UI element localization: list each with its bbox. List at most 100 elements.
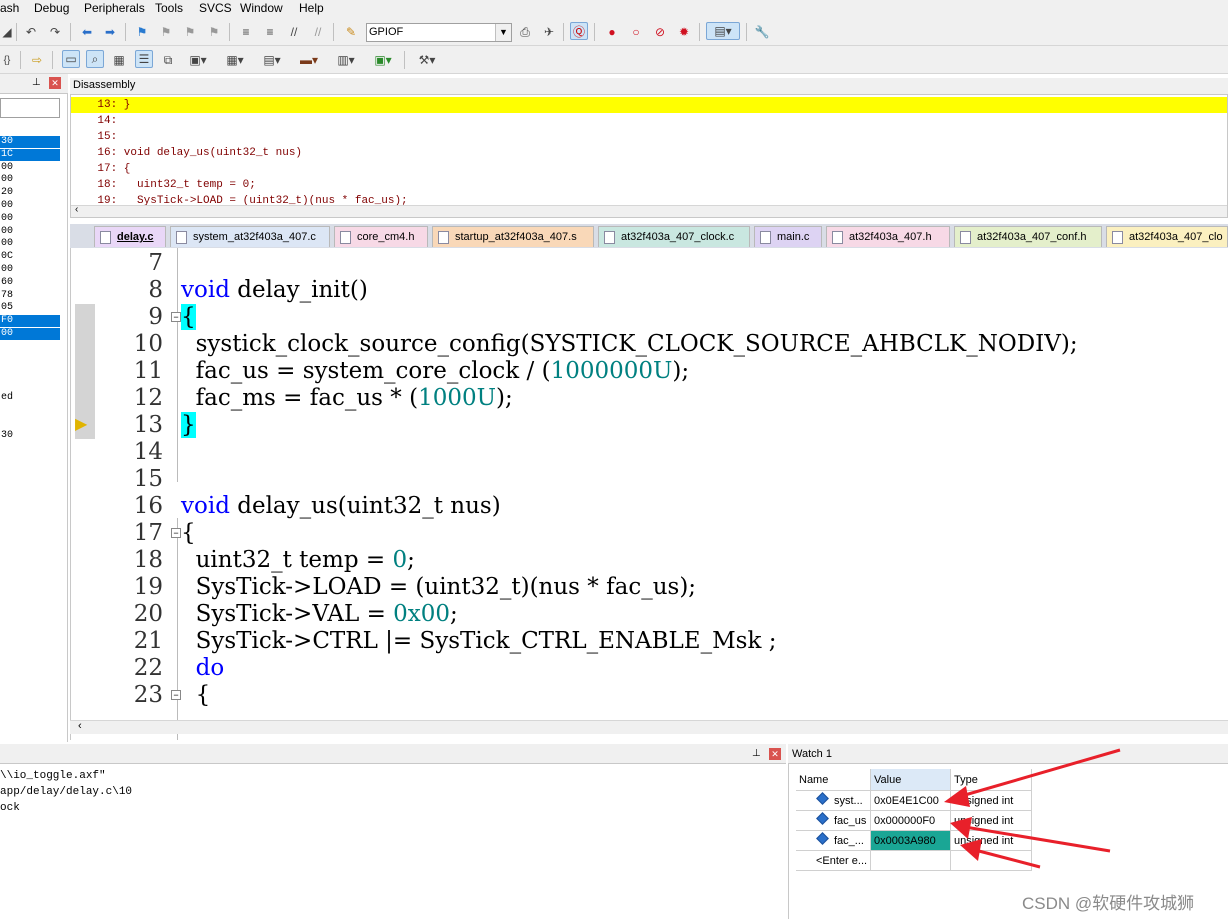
- register-filter-input[interactable]: [0, 98, 60, 118]
- breakpoint-enable-icon[interactable]: ○: [627, 23, 645, 41]
- analysis-window-dropdown[interactable]: ▬▾: [294, 51, 324, 69]
- disassembly-line[interactable]: 17: {: [71, 161, 1227, 177]
- register-row[interactable]: [0, 341, 60, 353]
- watch-cell-name[interactable]: <Enter e...: [796, 851, 871, 871]
- register-row[interactable]: 30: [0, 136, 60, 148]
- editor-tab[interactable]: delay.c: [94, 226, 166, 247]
- disassembly-line[interactable]: 16: void delay_us(uint32_t nus): [71, 145, 1227, 161]
- register-row[interactable]: [0, 405, 60, 417]
- register-row[interactable]: 00: [0, 226, 60, 238]
- code-line[interactable]: 22 do: [71, 655, 1225, 682]
- watch-cell-name[interactable]: fac_...: [796, 831, 871, 851]
- code-line[interactable]: 13}: [71, 412, 1225, 439]
- register-row[interactable]: 78: [0, 290, 60, 302]
- system-viewer-dropdown[interactable]: ▣▾: [368, 51, 398, 69]
- bookmark-prev-icon[interactable]: ⚑: [157, 23, 175, 41]
- menu-peripherals[interactable]: Peripherals: [84, 1, 145, 15]
- code-line[interactable]: 11 fac_us = system_core_clock / (1000000…: [71, 358, 1225, 385]
- watch-window-dropdown[interactable]: ▣▾: [183, 51, 213, 69]
- register-row[interactable]: 05: [0, 302, 60, 314]
- editor-tab[interactable]: startup_at32f403a_407.s: [432, 226, 594, 247]
- code-line[interactable]: 23 {: [71, 682, 1225, 709]
- editor-tab[interactable]: at32f403a_407_conf.h: [954, 226, 1102, 247]
- register-row[interactable]: 00: [0, 200, 60, 212]
- close-icon[interactable]: ✕: [49, 77, 61, 89]
- disassembly-window[interactable]: 13: } 14: 15: 16: void delay_us(uint32_t…: [70, 94, 1228, 218]
- register-row[interactable]: 30: [0, 430, 60, 442]
- serial-window-dropdown[interactable]: ▤▾: [257, 51, 287, 69]
- register-row[interactable]: 00: [0, 264, 60, 276]
- disassembly-line[interactable]: 18: uint32_t temp = 0;: [71, 177, 1227, 193]
- watch-cell-name[interactable]: syst...: [796, 791, 871, 811]
- unindent-icon[interactable]: ≡: [261, 23, 279, 41]
- breakpoint-insert-icon[interactable]: ●: [603, 23, 621, 41]
- registers-window-icon[interactable]: ☰: [135, 50, 153, 68]
- pin-icon[interactable]: ⊥: [32, 77, 41, 88]
- editor-tab[interactable]: core_cm4.h: [334, 226, 428, 247]
- register-row[interactable]: [0, 418, 60, 430]
- register-row[interactable]: 00: [0, 213, 60, 225]
- breakpoint-disable-all-icon[interactable]: ⊘: [651, 23, 669, 41]
- register-row[interactable]: 20: [0, 187, 60, 199]
- nav-back-icon[interactable]: ⬅: [78, 23, 96, 41]
- uncomment-icon[interactable]: //: [309, 23, 327, 41]
- register-row[interactable]: 00: [0, 328, 60, 340]
- code-line[interactable]: 8 void delay_init(): [71, 277, 1225, 304]
- command-window-icon[interactable]: ▭: [62, 50, 80, 68]
- menu-flash[interactable]: ash: [0, 1, 19, 15]
- code-line[interactable]: 15: [71, 466, 1225, 493]
- brace-icon[interactable]: {}: [0, 51, 16, 69]
- toolbox-dropdown[interactable]: ⚒▾: [412, 51, 442, 69]
- find-icon[interactable]: ⎙: [516, 23, 534, 41]
- watch-col-name[interactable]: Name: [796, 769, 871, 791]
- bookmark-icon[interactable]: ⚑: [133, 23, 151, 41]
- menu-window[interactable]: Window: [240, 1, 283, 15]
- find-in-files-icon[interactable]: ✎: [342, 23, 360, 41]
- code-line[interactable]: 7: [71, 250, 1225, 277]
- code-editor[interactable]: ▶ − − − 7 8 void delay_init() 9{10 systick_…: [70, 248, 1228, 740]
- editor-tab[interactable]: at32f403a_407.h: [826, 226, 950, 247]
- register-row[interactable]: 00: [0, 162, 60, 174]
- breakpoint-kill-all-icon[interactable]: ✹: [675, 23, 693, 41]
- pin-icon[interactable]: ⊥: [752, 748, 761, 759]
- register-row[interactable]: 00: [0, 238, 60, 250]
- code-line[interactable]: 21 SysTick->CTRL |= SysTick_CTRL_ENABLE_…: [71, 628, 1225, 655]
- code-line[interactable]: 9{: [71, 304, 1225, 331]
- code-line[interactable]: 20 SysTick->VAL = 0x00;: [71, 601, 1225, 628]
- indent-icon[interactable]: ≡: [237, 23, 255, 41]
- incremental-find-icon[interactable]: ✈: [540, 23, 558, 41]
- symbols-window-icon[interactable]: ▦: [110, 51, 128, 69]
- watch-cell-name[interactable]: fac_us: [796, 811, 871, 831]
- code-line[interactable]: 18 uint32_t temp = 0;: [71, 547, 1225, 574]
- configure-icon[interactable]: 🔧: [753, 23, 771, 41]
- find-combobox[interactable]: GPIOF ▼: [366, 23, 512, 42]
- code-line[interactable]: 17 {: [71, 520, 1225, 547]
- disassembly-hscrollbar[interactable]: ‹: [71, 204, 1227, 217]
- command-window[interactable]: \\io_toggle.axf" app/delay/delay.c\10 oc…: [0, 764, 786, 919]
- scroll-left-icon[interactable]: ‹: [75, 204, 78, 215]
- window-layout-dropdown[interactable]: ▤▾: [706, 22, 740, 40]
- menu-debug[interactable]: Debug: [34, 1, 69, 15]
- code-line[interactable]: 10 systick_clock_source_config(SYSTICK_C…: [71, 331, 1225, 358]
- disassembly-window-icon[interactable]: ⌕: [86, 50, 104, 68]
- disassembly-line[interactable]: 13: }: [71, 97, 1227, 113]
- register-row[interactable]: 00: [0, 174, 60, 186]
- redo-icon[interactable]: ↷: [46, 23, 64, 41]
- register-row[interactable]: [0, 366, 60, 378]
- nav-forward-icon[interactable]: ➡: [101, 23, 119, 41]
- editor-tab[interactable]: at32f403a_407_clo: [1106, 226, 1228, 247]
- code-line[interactable]: 16 void delay_us(uint32_t nus): [71, 493, 1225, 520]
- call-stack-icon[interactable]: ⧉: [159, 51, 177, 69]
- menu-help[interactable]: Help: [299, 1, 324, 15]
- editor-tab[interactable]: system_at32f403a_407.c: [170, 226, 330, 247]
- scroll-left-icon[interactable]: ‹: [78, 720, 82, 732]
- editor-tab[interactable]: at32f403a_407_clock.c: [598, 226, 750, 247]
- menu-tools[interactable]: Tools: [155, 1, 183, 15]
- code-line[interactable]: 19 SysTick->LOAD = (uint32_t)(nus * fac_…: [71, 574, 1225, 601]
- run-to-cursor-icon[interactable]: ⇨: [28, 51, 46, 69]
- close-icon[interactable]: ✕: [769, 748, 781, 760]
- register-row[interactable]: ed: [0, 392, 60, 404]
- disassembly-line[interactable]: 15:: [71, 129, 1227, 145]
- register-row[interactable]: 1C: [0, 148, 60, 161]
- register-row[interactable]: [0, 379, 60, 391]
